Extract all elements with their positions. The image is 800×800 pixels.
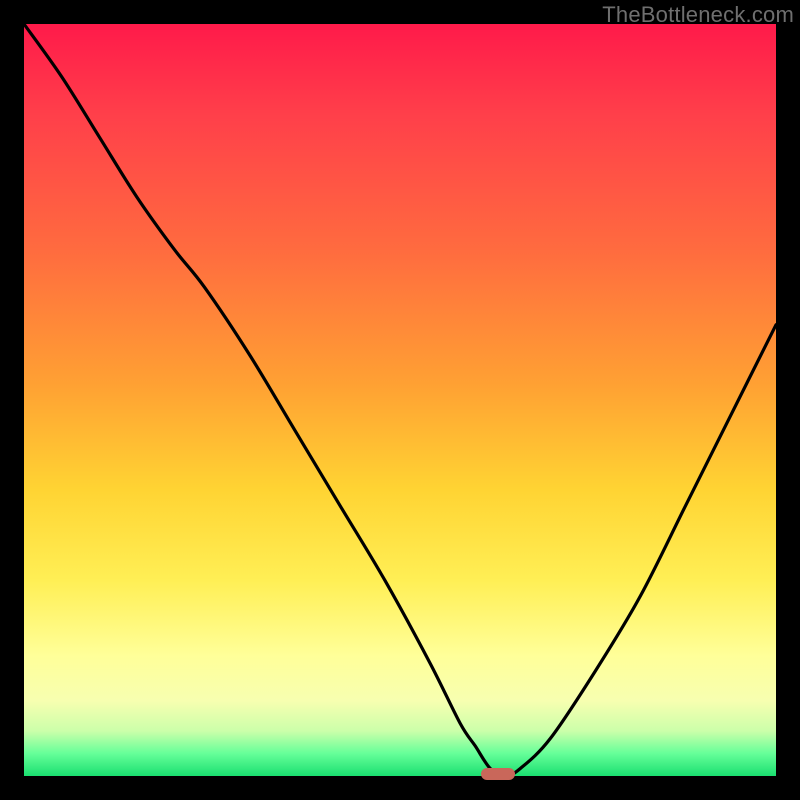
chart-frame: TheBottleneck.com — [0, 0, 800, 800]
optimal-marker — [481, 768, 515, 780]
bottleneck-curve — [24, 24, 776, 776]
plot-area — [24, 24, 776, 776]
